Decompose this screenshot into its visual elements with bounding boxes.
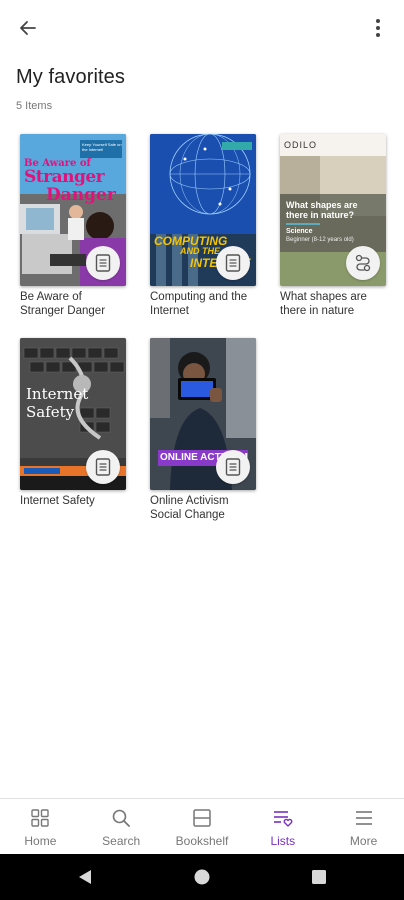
book-cover[interactable]: Internet Safety <box>20 338 126 490</box>
nav-home[interactable]: Home <box>0 799 81 854</box>
nav-label: Lists <box>270 834 296 848</box>
cover-tagline: Keep Yourself Safe on the Internet! <box>82 142 122 152</box>
cover-title-line: Danger <box>46 185 116 205</box>
nav-bookshelf[interactable]: Bookshelf <box>162 799 243 854</box>
top-app-bar <box>0 0 404 56</box>
book-card[interactable]: ODILO What shapes are there in nature? S… <box>280 134 388 318</box>
document-icon <box>95 458 111 476</box>
system-recents-button[interactable] <box>308 866 330 888</box>
nav-search[interactable]: Search <box>81 799 162 854</box>
cover-title-line: Stranger <box>24 167 105 187</box>
nav-label: More <box>349 834 378 848</box>
book-cover[interactable]: ONLINE ACTIVISM <box>150 338 256 490</box>
cover-brand: ODILO <box>284 140 318 150</box>
page-title: My favorites <box>16 66 126 88</box>
book-title[interactable]: What shapes are there in nature <box>280 290 388 318</box>
book-cover[interactable]: COMPUTING AND THE INTERNET <box>150 134 256 286</box>
cover-title-line: Safety <box>26 403 75 421</box>
document-icon <box>95 254 111 272</box>
list-heart-icon <box>273 811 293 827</box>
path-icon <box>355 254 371 272</box>
home-grid-icon <box>31 809 50 827</box>
cover-subject: Science <box>286 228 313 235</box>
bookshelf-icon <box>193 809 211 827</box>
hamburger-menu-icon <box>355 811 372 825</box>
item-count: 5 Items <box>16 100 53 112</box>
nav-label: Bookshelf <box>175 834 229 848</box>
arrow-left-icon <box>20 21 36 35</box>
ebook-type-badge <box>86 450 120 484</box>
document-icon <box>225 254 241 272</box>
book-title[interactable]: Internet Safety <box>20 494 128 508</box>
book-title[interactable]: Computing and the Internet <box>150 290 258 318</box>
book-card[interactable]: COMPUTING AND THE INTERNET Computing and… <box>150 134 258 318</box>
system-home-button[interactable] <box>191 866 213 888</box>
nav-label: Home <box>24 834 57 848</box>
cover-title: What shapes are there in nature? <box>286 200 358 220</box>
book-title[interactable]: Be Aware of Stranger Danger <box>20 290 128 318</box>
overflow-menu-button[interactable] <box>366 14 390 42</box>
book-card[interactable]: Be Aware of Stranger Danger Keep Yoursel… <box>20 134 128 318</box>
more-vertical-icon <box>376 19 380 37</box>
document-icon <box>225 458 241 476</box>
nav-lists[interactable]: Lists <box>242 799 323 854</box>
system-back-button[interactable] <box>74 866 96 888</box>
system-navigation-bar <box>0 854 404 900</box>
circle-home-icon <box>194 869 210 885</box>
back-button[interactable] <box>14 14 42 42</box>
bottom-navigation: Home Search Bookshelf Lists More <box>0 798 404 854</box>
cover-level: Beginner (8-12 years old) <box>286 237 354 243</box>
triangle-back-icon <box>79 870 91 884</box>
book-card[interactable]: ONLINE ACTIVISM Online Activism Social C… <box>150 338 258 522</box>
cover-title-line: Internet <box>26 385 89 403</box>
book-cover[interactable]: ODILO What shapes are there in nature? S… <box>280 134 386 286</box>
cover-title-line: AND THE <box>180 246 220 256</box>
nav-label: Search <box>102 834 141 848</box>
book-title[interactable]: Online Activism Social Change <box>150 494 258 522</box>
ebook-type-badge <box>86 246 120 280</box>
search-icon <box>112 809 131 827</box>
ebook-type-badge <box>216 246 250 280</box>
book-card[interactable]: Internet Safety Internet Safety <box>20 338 128 508</box>
book-cover[interactable]: Be Aware of Stranger Danger Keep Yoursel… <box>20 134 126 286</box>
square-recents-icon <box>312 870 326 884</box>
ebook-type-badge <box>216 450 250 484</box>
learning-path-type-badge <box>346 246 380 280</box>
nav-more[interactable]: More <box>323 799 404 854</box>
